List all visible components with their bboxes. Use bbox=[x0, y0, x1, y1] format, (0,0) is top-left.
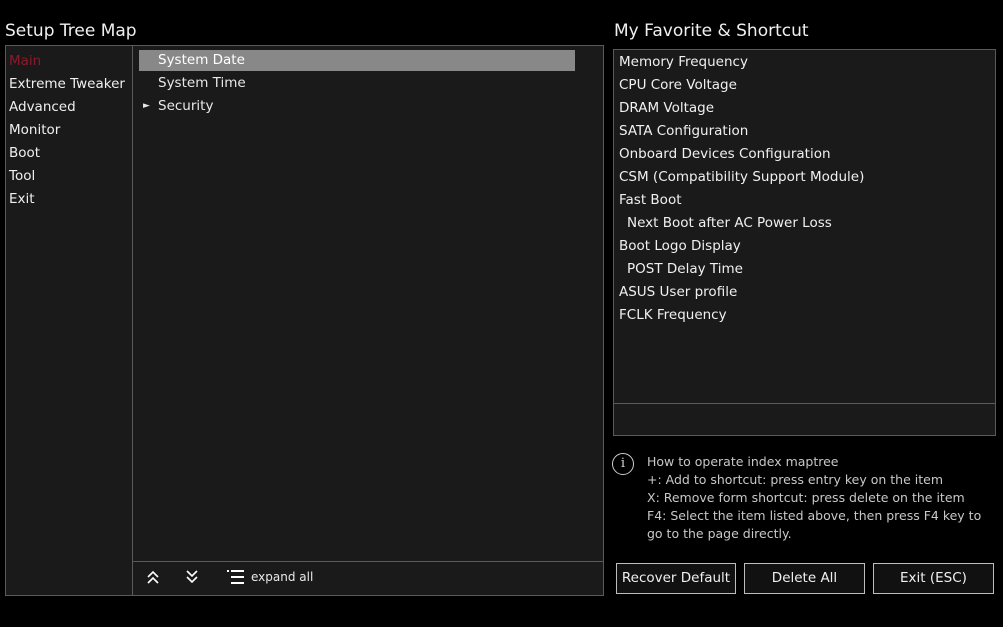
favorites-panel: Memory Frequency CPU Core Voltage DRAM V… bbox=[613, 49, 996, 436]
tree-footer: expand all bbox=[133, 561, 603, 595]
setup-tree-map-title: Setup Tree Map bbox=[5, 21, 137, 41]
favorite-shortcut-title: My Favorite & Shortcut bbox=[614, 21, 809, 41]
tree-item-system-time[interactable]: System Time bbox=[139, 73, 575, 94]
help-line: go to the page directly. bbox=[647, 526, 792, 541]
category-list: Main Extreme Tweaker Advanced Monitor Bo… bbox=[6, 46, 133, 595]
category-tool[interactable]: Tool bbox=[9, 166, 35, 186]
tree-item-system-date[interactable]: System Date bbox=[139, 50, 575, 71]
favorite-item[interactable]: Boot Logo Display bbox=[619, 236, 741, 256]
category-monitor[interactable]: Monitor bbox=[9, 120, 60, 140]
category-extreme-tweaker[interactable]: Extreme Tweaker bbox=[9, 74, 125, 94]
list-icon[interactable] bbox=[227, 569, 245, 589]
favorite-item[interactable]: CPU Core Voltage bbox=[619, 75, 737, 95]
favorite-item[interactable]: DRAM Voltage bbox=[619, 98, 714, 118]
favorite-item[interactable]: Memory Frequency bbox=[619, 52, 748, 72]
setup-tree-panel: Main Extreme Tweaker Advanced Monitor Bo… bbox=[5, 45, 604, 596]
category-exit[interactable]: Exit bbox=[9, 189, 35, 209]
info-icon: i bbox=[612, 453, 634, 475]
favorite-item[interactable]: ASUS User profile bbox=[619, 282, 737, 302]
expand-arrow-icon[interactable]: ► bbox=[143, 96, 150, 117]
recover-default-button[interactable]: Recover Default bbox=[616, 563, 736, 594]
double-chevron-down-icon[interactable] bbox=[184, 568, 200, 590]
help-line: X: Remove form shortcut: press delete on… bbox=[647, 490, 965, 505]
category-boot[interactable]: Boot bbox=[9, 143, 40, 163]
favorite-item[interactable]: Next Boot after AC Power Loss bbox=[627, 213, 832, 233]
category-main[interactable]: Main bbox=[9, 51, 41, 71]
help-line: F4: Select the item listed above, then p… bbox=[647, 508, 982, 523]
double-chevron-up-icon[interactable] bbox=[145, 568, 161, 590]
favorite-item[interactable]: POST Delay Time bbox=[627, 259, 743, 279]
favorite-item[interactable]: FCLK Frequency bbox=[619, 305, 727, 325]
favorites-divider bbox=[614, 403, 995, 404]
exit-button[interactable]: Exit (ESC) bbox=[873, 563, 994, 594]
delete-all-button[interactable]: Delete All bbox=[744, 563, 865, 594]
favorite-item[interactable]: CSM (Compatibility Support Module) bbox=[619, 167, 864, 187]
favorite-item[interactable]: SATA Configuration bbox=[619, 121, 748, 141]
tree-item-label: System Time bbox=[158, 75, 246, 91]
favorite-item[interactable]: Fast Boot bbox=[619, 190, 682, 210]
expand-all-button[interactable]: expand all bbox=[251, 570, 313, 584]
tree-item-label: Security bbox=[158, 98, 214, 114]
help-line: +: Add to shortcut: press entry key on t… bbox=[647, 472, 943, 487]
favorite-item[interactable]: Onboard Devices Configuration bbox=[619, 144, 831, 164]
tree-area: System Date System Time ► Security expan… bbox=[133, 46, 603, 595]
help-heading: How to operate index maptree bbox=[647, 454, 839, 469]
tree-item-security[interactable]: ► Security bbox=[139, 96, 575, 117]
tree-item-label: System Date bbox=[158, 52, 245, 68]
category-advanced[interactable]: Advanced bbox=[9, 97, 76, 117]
